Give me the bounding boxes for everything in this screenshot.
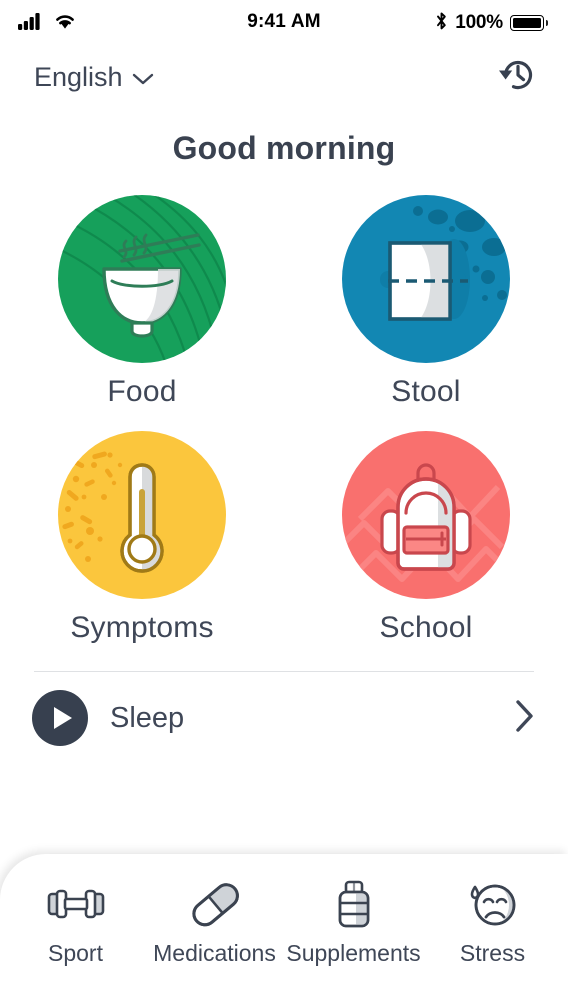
thermometer-icon: [62, 451, 164, 573]
sleep-row[interactable]: Sleep: [32, 672, 536, 764]
nav-item-label: Medications: [153, 940, 276, 966]
language-selector[interactable]: English: [34, 62, 154, 93]
bottom-navigation-bar: Sport Medications Supplements Stress: [0, 854, 568, 1006]
stool-disc: [342, 195, 510, 363]
nav-item-label: Sport: [48, 940, 103, 966]
chevron-right-icon[interactable]: [514, 698, 536, 739]
tile-food[interactable]: Food: [42, 195, 242, 409]
tracker-grid: Food Stool Symptoms School: [0, 195, 568, 645]
status-bar-clock: 9:41 AM: [247, 11, 321, 32]
nav-item-supplements[interactable]: Supplements: [284, 876, 423, 988]
nav-item-stress[interactable]: Stress: [423, 876, 562, 988]
history-button[interactable]: [494, 51, 542, 104]
nav-item-sport[interactable]: Sport: [6, 876, 145, 988]
symptoms-disc: [58, 431, 226, 599]
noodle-bowl-icon: [58, 195, 226, 363]
status-bar: 9:41 AM 100%: [0, 0, 568, 46]
stressed-face-icon: [466, 876, 520, 932]
tile-symptoms[interactable]: Symptoms: [42, 431, 242, 645]
toilet-paper-icon: [380, 206, 507, 321]
sleep-label: Sleep: [110, 701, 185, 734]
play-icon[interactable]: [32, 690, 88, 746]
supplement-bottle-icon: [330, 876, 378, 932]
dumbbell-icon: [45, 876, 107, 932]
tile-label: Stool: [391, 375, 461, 408]
nav-item-medications[interactable]: Medications: [145, 876, 284, 988]
backpack-icon: [342, 463, 510, 584]
nav-item-label: Supplements: [286, 940, 421, 966]
tile-label: Food: [107, 375, 177, 408]
language-label: English: [34, 61, 123, 92]
nav-item-label: Stress: [459, 940, 526, 966]
tile-school[interactable]: School: [326, 431, 526, 645]
pill-capsule-icon: [184, 876, 246, 932]
bottom-nav-items: Sport Medications Supplements Stress: [0, 854, 568, 1006]
history-clock-icon: [494, 51, 542, 104]
app-header: English: [0, 46, 568, 108]
tile-label: Symptoms: [70, 611, 214, 644]
page-title: Good morning: [172, 130, 396, 166]
food-disc: [58, 195, 226, 363]
tile-stool[interactable]: Stool: [326, 195, 526, 409]
tile-label: School: [379, 611, 473, 644]
school-disc: [342, 431, 510, 599]
chevron-down-icon: [132, 62, 154, 93]
